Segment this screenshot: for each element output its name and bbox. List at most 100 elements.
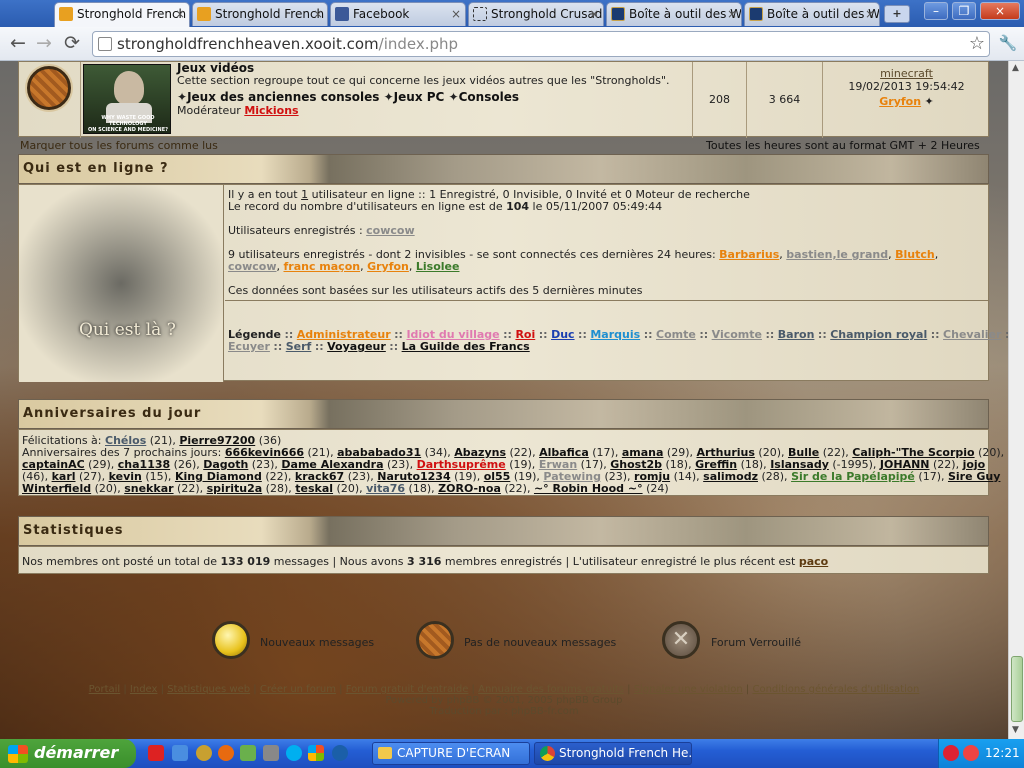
- forward-button[interactable]: →: [32, 32, 56, 56]
- birthday-user-link[interactable]: salimodz: [703, 470, 758, 483]
- newest-member-link[interactable]: paco: [799, 555, 828, 568]
- legend-group-link[interactable]: Serf: [286, 340, 312, 353]
- birthday-user-link[interactable]: vita76: [366, 482, 405, 495]
- birthday-user-link[interactable]: teskal: [295, 482, 333, 495]
- legend-group-link[interactable]: Comte: [656, 328, 696, 341]
- last-post-author-link[interactable]: Gryfon: [879, 95, 921, 108]
- last-post-arrow-icon[interactable]: ✦: [925, 95, 934, 108]
- start-button[interactable]: démarrer: [0, 739, 136, 768]
- new-tab-button[interactable]: +: [884, 5, 910, 23]
- restore-button[interactable]: ❐: [952, 2, 976, 20]
- forum-thumbnail: WHY WASTE GOOD TECHNOLOGY ON SCIENCE AND …: [83, 64, 171, 134]
- tray-icon[interactable]: [943, 745, 959, 761]
- recent-user-link[interactable]: Lisolee: [416, 260, 460, 273]
- close-icon[interactable]: ×: [727, 3, 737, 25]
- online-recent-users: cowcow, franc maçon, Gryfon, Lisolee: [228, 260, 460, 273]
- firefox-icon[interactable]: [218, 745, 234, 761]
- legend-group-link[interactable]: Duc: [551, 328, 574, 341]
- legend-group-link[interactable]: Ecuyer: [228, 340, 270, 353]
- last-post-topic-link[interactable]: minecraft: [880, 67, 933, 80]
- moderator-link[interactable]: Mickions: [244, 104, 298, 117]
- legend-group-link[interactable]: Voyageur: [327, 340, 386, 353]
- taskbar-item-chrome[interactable]: Stronghold French He...: [534, 742, 692, 765]
- recent-user-link[interactable]: Gryfon: [367, 260, 409, 273]
- wrench-icon[interactable]: 🔧: [996, 32, 1020, 56]
- stats-section-header: Statistiques: [18, 516, 989, 546]
- footer-link-stats[interactable]: Statistiques web: [167, 684, 250, 695]
- mark-forums-read-link[interactable]: Marquer tous les forums comme lus: [20, 139, 218, 152]
- birthday-user-link[interactable]: snekkar: [124, 482, 173, 495]
- scroll-down-icon[interactable]: ▼: [1012, 725, 1019, 735]
- taskbar-item-capture[interactable]: CAPTURE D'ECRAN: [372, 742, 530, 765]
- vertical-scrollbar[interactable]: ▲ ▼: [1008, 61, 1024, 739]
- subforum-link-jeux-pc[interactable]: Jeux PC: [394, 90, 445, 104]
- minimize-button[interactable]: –: [924, 2, 948, 20]
- legend-group-link[interactable]: Baron: [778, 328, 815, 341]
- birthday-user-link[interactable]: Winterfield: [22, 482, 91, 495]
- birthday-user-link[interactable]: Sir de la Papélapipé: [791, 470, 915, 483]
- legend-group-link[interactable]: Vicomte: [712, 328, 762, 341]
- address-bar[interactable]: strongholdfrenchheaven.xooit.com/index.p…: [92, 31, 990, 57]
- legend-group-link[interactable]: Marquis: [590, 328, 640, 341]
- birthday-age: (22),: [500, 482, 534, 495]
- birthday-user-link[interactable]: Sire Guy: [948, 470, 1000, 483]
- back-button[interactable]: ←: [6, 32, 30, 56]
- recent-user-link[interactable]: bastien,le grand: [786, 248, 888, 261]
- online-user-link[interactable]: cowcow: [366, 224, 414, 237]
- close-icon[interactable]: ×: [175, 3, 185, 25]
- subforum-link-consoles[interactable]: Consoles: [459, 90, 519, 104]
- stronghold-icon: [197, 7, 211, 21]
- birthday-user-link[interactable]: ZORO-noa: [438, 482, 501, 495]
- scroll-up-icon[interactable]: ▲: [1012, 63, 1019, 73]
- face-icon: [114, 71, 144, 105]
- legend-group-link[interactable]: Chevalier: [943, 328, 1001, 341]
- window-close-button[interactable]: ×: [980, 2, 1020, 20]
- skype-icon[interactable]: [286, 745, 302, 761]
- close-icon[interactable]: ×: [865, 3, 875, 25]
- quicklaunch-icon[interactable]: [240, 745, 256, 761]
- recent-user-link[interactable]: Blutch: [895, 248, 935, 261]
- tab-stronghold-1[interactable]: Stronghold French ×: [54, 2, 190, 27]
- quicklaunch-icon[interactable]: [196, 745, 212, 761]
- footer-link-create-forum[interactable]: Créer un forum: [260, 684, 336, 695]
- legend-group-link[interactable]: Champion royal: [830, 328, 927, 341]
- quicklaunch-icon[interactable]: [308, 745, 324, 761]
- recent-user-link[interactable]: Barbarius: [719, 248, 779, 261]
- footer-link-terms[interactable]: Conditions générales d'utilisation: [752, 684, 919, 695]
- footer-link-portail[interactable]: Portail: [89, 684, 121, 695]
- tab-label: Stronghold French: [215, 7, 325, 21]
- stats-text: Nos membres ont posté un total de 133 01…: [22, 555, 829, 568]
- tab-boite-outil-1[interactable]: Boîte à outil des W ×: [606, 2, 742, 26]
- tab-stronghold-crusader[interactable]: Stronghold Crusad ×: [468, 2, 604, 26]
- footer-link-directory[interactable]: Annuaire des forums gratuits: [478, 684, 624, 695]
- close-icon[interactable]: ×: [313, 3, 323, 25]
- quicklaunch-icon[interactable]: [263, 745, 279, 761]
- birthday-user-link[interactable]: ~° Robin Hood ~°: [534, 482, 643, 495]
- footer-link-help[interactable]: Forum gratuit d'entraide: [346, 684, 469, 695]
- quicklaunch-icon[interactable]: [148, 745, 164, 761]
- legend-group-link[interactable]: La Guilde des Francs: [402, 340, 530, 353]
- tab-facebook[interactable]: Facebook ×: [330, 2, 466, 26]
- close-icon[interactable]: ×: [451, 3, 461, 25]
- scrollbar-thumb[interactable]: [1011, 656, 1023, 722]
- subforum-link-anciennes-consoles[interactable]: Jeux des anciennes consoles: [187, 90, 379, 104]
- forum-title-link[interactable]: Jeux vidéos: [177, 61, 254, 75]
- close-icon[interactable]: ×: [589, 3, 599, 25]
- quicklaunch-icon[interactable]: [172, 745, 188, 761]
- recent-user-link[interactable]: cowcow: [228, 260, 276, 273]
- footer-link-index[interactable]: Index: [130, 684, 158, 695]
- divider: [225, 300, 989, 301]
- reload-button[interactable]: ⟳: [60, 32, 84, 56]
- powered-by: Powered by phpBB © 2001, 2005 phpBB Grou…: [385, 695, 623, 706]
- last-post-date: 19/02/2013 19:54:42: [848, 80, 965, 93]
- tab-boite-outil-2[interactable]: Boîte à outil des W ×: [744, 2, 880, 26]
- security-icon[interactable]: [963, 745, 979, 761]
- tab-stronghold-2[interactable]: Stronghold French ×: [192, 2, 328, 26]
- forum-image-cell: WHY WASTE GOOD TECHNOLOGY ON SCIENCE AND …: [81, 62, 173, 138]
- forum-moderator: Modérateur Mickions: [177, 104, 299, 117]
- recent-user-link[interactable]: franc maçon: [283, 260, 360, 273]
- birthday-user-link[interactable]: spiritu2a: [207, 482, 263, 495]
- quicklaunch-icon[interactable]: [332, 745, 348, 761]
- bookmark-star-icon[interactable]: ☆: [969, 32, 985, 56]
- footer-link-report[interactable]: Signaler une violation: [634, 684, 743, 695]
